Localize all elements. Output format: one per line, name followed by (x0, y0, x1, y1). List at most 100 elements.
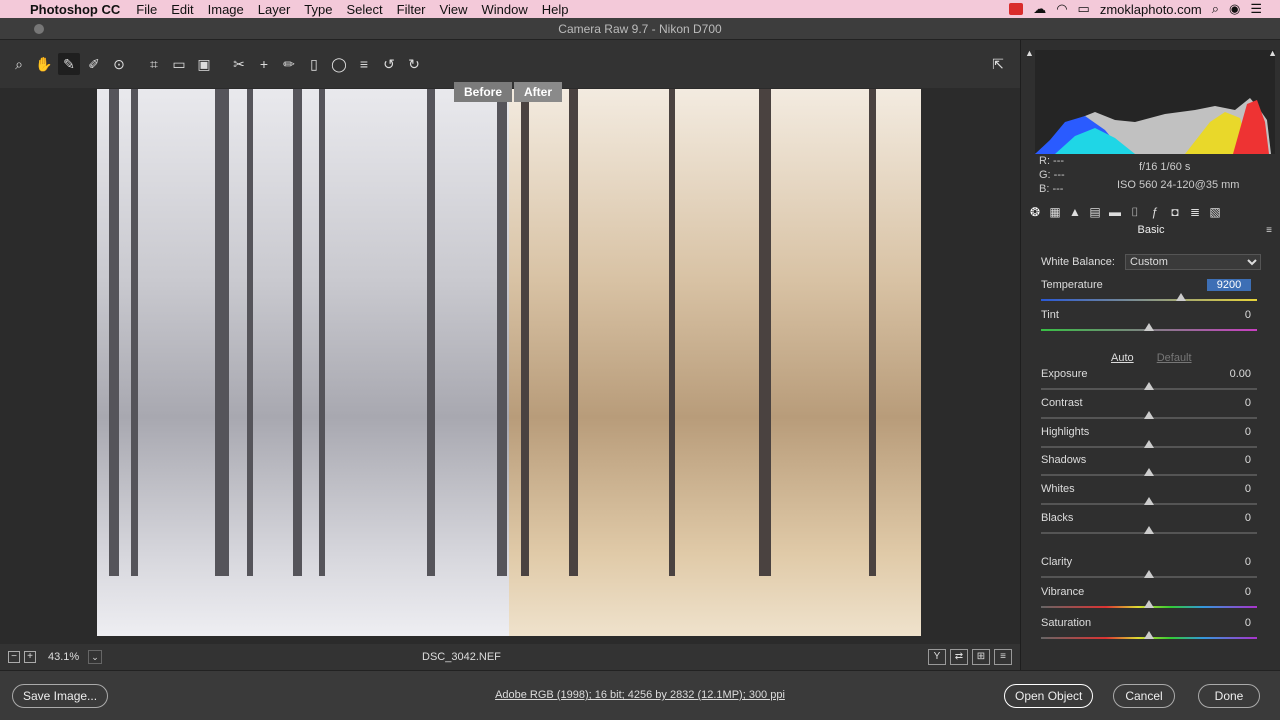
swap-settings-icon[interactable]: ⇄ (950, 649, 968, 665)
effects-tab-icon[interactable]: ƒ (1147, 204, 1163, 220)
histogram-graph (1035, 98, 1271, 154)
straighten-tool-icon[interactable]: ▭ (168, 53, 190, 75)
exposure-thumb[interactable] (1144, 382, 1154, 390)
slider-label: Highlights (1041, 426, 1090, 438)
presets-tab-icon[interactable]: ≣ (1187, 204, 1203, 220)
toggle-settings-icon[interactable]: ≡ (994, 649, 1012, 665)
white-balance-tool-icon[interactable]: ✎ (58, 53, 80, 75)
saturation-thumb[interactable] (1144, 631, 1154, 639)
default-link[interactable]: Default (1157, 352, 1192, 364)
targeted-adjustment-tool-icon[interactable]: ⊙ (108, 53, 130, 75)
saturation-value-field[interactable]: 0 (1207, 617, 1251, 629)
panel-menu-icon[interactable]: ≡ (1266, 225, 1272, 236)
shadows-thumb[interactable] (1144, 468, 1154, 476)
menu-help[interactable]: Help (542, 2, 569, 17)
contrast-thumb[interactable] (1144, 411, 1154, 419)
airplay-icon[interactable]: ▭ (1078, 1, 1090, 17)
white-balance-select[interactable]: Custom (1125, 254, 1261, 270)
camera-calibration-tab-icon[interactable]: ◘ (1167, 204, 1183, 220)
highlights-thumb[interactable] (1144, 440, 1154, 448)
red-eye-tool-icon[interactable]: + (253, 53, 275, 75)
detail-tab-icon[interactable]: ▲ (1067, 204, 1083, 220)
menu-select[interactable]: Select (346, 2, 382, 17)
tone-curve-tab-icon[interactable]: ▦ (1047, 204, 1063, 220)
blacks-thumb[interactable] (1144, 526, 1154, 534)
zoom-dropdown-chevron-icon[interactable]: ⌄ (88, 650, 102, 664)
zoom-tool-icon[interactable]: ⌕ (8, 53, 30, 75)
vibrance-thumb[interactable] (1144, 600, 1154, 608)
highlights-slider-row: Highlights 0 (1041, 426, 1259, 452)
slider-label: Clarity (1041, 556, 1073, 568)
temperature-track[interactable] (1041, 299, 1257, 301)
hand-tool-icon[interactable]: ✋ (33, 53, 55, 75)
window-close-icon[interactable] (34, 24, 44, 34)
contrast-value-field[interactable]: 0 (1207, 397, 1251, 409)
before-after-labels: Before After (454, 82, 564, 102)
whites-value-field[interactable]: 0 (1207, 483, 1251, 495)
menu-file[interactable]: File (136, 2, 157, 17)
vibrance-value-field[interactable]: 0 (1207, 586, 1251, 598)
crop-tool-icon[interactable]: ⌗ (143, 53, 165, 75)
cancel-button[interactable]: Cancel (1113, 684, 1175, 708)
highlight-clipping-warning-icon[interactable]: ▲ (1268, 48, 1277, 58)
color-sampler-tool-icon[interactable]: ✐ (83, 53, 105, 75)
shadows-slider-row: Shadows 0 (1041, 454, 1259, 480)
open-object-button[interactable]: Open Object (1004, 684, 1094, 708)
siri-icon[interactable]: ◉ (1229, 1, 1240, 17)
adjustment-brush-icon[interactable]: ✏ (278, 53, 300, 75)
done-button[interactable]: Done (1198, 684, 1260, 708)
shadow-clipping-warning-icon[interactable]: ▲ (1025, 48, 1034, 58)
spot-removal-tool-icon[interactable]: ✂ (228, 53, 250, 75)
after-label: After (514, 82, 563, 102)
basic-tab-icon[interactable]: ❂ (1027, 204, 1043, 220)
wifi-icon[interactable]: ◠ (1056, 1, 1067, 17)
transform-tool-icon[interactable]: ▣ (193, 53, 215, 75)
preferences-icon[interactable]: ≡ (353, 53, 375, 75)
tint-value-field[interactable]: 0 (1207, 309, 1251, 321)
clarity-value-field[interactable]: 0 (1207, 556, 1251, 568)
whites-thumb[interactable] (1144, 497, 1154, 505)
menu-image[interactable]: Image (208, 2, 244, 17)
preview-photo[interactable] (97, 89, 921, 636)
shadows-value-field[interactable]: 0 (1207, 454, 1251, 466)
readout-b: B: --- (1039, 183, 1064, 195)
graduated-filter-icon[interactable]: ▯ (303, 53, 325, 75)
menu-edit[interactable]: Edit (171, 2, 193, 17)
preview-canvas[interactable] (0, 88, 1020, 644)
clarity-thumb[interactable] (1144, 570, 1154, 578)
creative-cloud-icon[interactable]: ☁ (1033, 1, 1046, 17)
adobe-app-icon[interactable] (1009, 3, 1024, 15)
notification-center-icon[interactable]: ☰ (1250, 1, 1262, 17)
readout-r: R: --- (1039, 155, 1065, 167)
menu-view[interactable]: View (440, 2, 468, 17)
menu-filter[interactable]: Filter (397, 2, 426, 17)
rotate-left-icon[interactable]: ↺ (378, 53, 400, 75)
toggle-fullscreen-icon[interactable]: ⇱ (987, 53, 1009, 75)
tint-thumb[interactable] (1144, 323, 1154, 331)
spotlight-search-icon[interactable]: ⌕ (1212, 1, 1219, 17)
temperature-slider-row: Temperature 9200 (1041, 279, 1259, 305)
rotate-right-icon[interactable]: ↻ (403, 53, 425, 75)
copy-settings-icon[interactable]: ⊞ (972, 649, 990, 665)
snapshots-tab-icon[interactable]: ▧ (1207, 204, 1223, 220)
menu-layer[interactable]: Layer (258, 2, 291, 17)
zoom-out-button[interactable]: − (8, 651, 20, 663)
exposure-value-field[interactable]: 0.00 (1207, 368, 1251, 380)
radial-filter-icon[interactable]: ◯ (328, 53, 350, 75)
menu-app-name[interactable]: Photoshop CC (30, 2, 120, 17)
before-after-view-icon[interactable]: Y (928, 649, 946, 665)
menu-window[interactable]: Window (481, 2, 527, 17)
temperature-thumb[interactable] (1176, 293, 1187, 301)
menu-type[interactable]: Type (304, 2, 332, 17)
lens-corrections-tab-icon[interactable]: ⌷ (1127, 204, 1143, 220)
blacks-value-field[interactable]: 0 (1207, 512, 1251, 524)
auto-link[interactable]: Auto (1111, 352, 1134, 364)
hsl-tab-icon[interactable]: ▤ (1087, 204, 1103, 220)
rgb-readout: R: --- G: --- B: --- f/16 1/60 s ISO 560… (1039, 154, 1269, 200)
zoom-in-button[interactable]: + (24, 651, 36, 663)
after-half (509, 89, 921, 636)
account-name[interactable]: zmoklaphoto.com (1100, 2, 1202, 17)
highlights-value-field[interactable]: 0 (1207, 426, 1251, 438)
temperature-value-field[interactable]: 9200 (1207, 279, 1251, 291)
split-toning-tab-icon[interactable]: ▬ (1107, 204, 1123, 220)
